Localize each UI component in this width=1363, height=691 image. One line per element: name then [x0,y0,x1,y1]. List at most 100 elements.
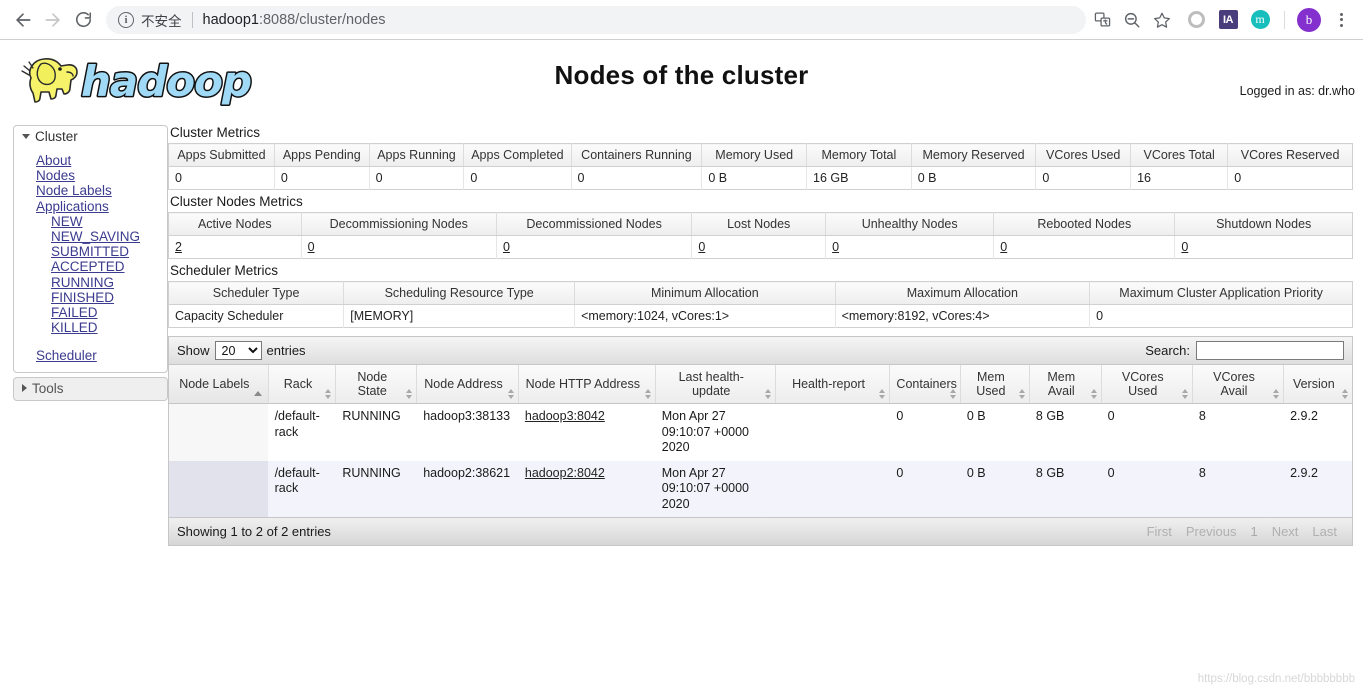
reload-icon[interactable] [68,5,98,35]
node-http-address-link[interactable]: hadoop2:8042 [525,466,605,480]
star-icon[interactable] [1148,6,1176,34]
table-header-row: Apps Submitted Apps Pending Apps Running… [168,143,1353,167]
val-scheduler-type: Capacity Scheduler [168,304,345,328]
sort-both-icon [1090,389,1097,399]
pagination-last[interactable]: Last [1305,524,1344,539]
sidebar-item-scheduler[interactable]: Scheduler [14,348,167,363]
search-input[interactable] [1196,341,1344,360]
sidebar: Cluster About Nodes Node Labels Applicat… [0,120,168,405]
sidebar-item-running[interactable]: RUNNING [14,275,167,290]
forward-arrow-icon[interactable] [38,5,68,35]
page-length-select[interactable]: 20 40 60 80 100 [214,341,262,360]
sidebar-item-new[interactable]: NEW [14,214,167,229]
insecure-label: 不安全 [141,13,182,29]
address-bar[interactable]: i 不安全 hadoop1:8088/cluster/nodes [106,5,1086,34]
sidebar-item-submitted[interactable]: SUBMITTED [14,244,167,259]
cluster-nodes-metrics-table: Active Nodes Decommissioning Nodes Decom… [168,212,1353,259]
col-node-state[interactable]: Node State [335,365,418,404]
col-rack[interactable]: Rack [268,365,337,404]
val-unhealthy-nodes: 0 [825,235,995,259]
sidebar-cluster-section: Cluster About Nodes Node Labels Applicat… [13,125,168,373]
omnibox-divider [191,11,193,28]
node-http-address-link[interactable]: hadoop3:8042 [525,409,605,423]
pagination-previous[interactable]: Previous [1179,524,1244,539]
site-info-icon[interactable]: i [118,11,134,28]
col-label: Mem Avail [1047,370,1076,398]
val-shutdown-nodes: 0 [1175,236,1353,259]
browser-toolbar: i 不安全 hadoop1:8088/cluster/nodes IA m b [0,0,1363,40]
sidebar-cluster-header[interactable]: Cluster [14,126,167,148]
unhealthy-nodes-link[interactable]: 0 [832,240,839,254]
pagination-next[interactable]: Next [1265,524,1306,539]
kebab-menu-icon[interactable] [1327,6,1355,34]
col-label: VCores Used [1121,370,1164,398]
content-area: Cluster About Nodes Node Labels Applicat… [0,120,1363,546]
active-nodes-link[interactable]: 2 [175,240,182,254]
sidebar-item-failed[interactable]: FAILED [14,305,167,320]
sidebar-item-node-labels[interactable]: Node Labels [14,183,167,198]
translate-icon[interactable] [1088,6,1116,34]
show-label: Show [177,343,210,358]
cell-node-state: RUNNING [342,409,401,423]
val-apps-running: 0 [369,166,465,190]
sort-both-icon [1181,389,1188,399]
col-node-address[interactable]: Node Address [416,365,519,404]
col-mem-avail[interactable]: Mem Avail [1029,365,1102,404]
back-arrow-icon[interactable] [8,5,38,35]
val-decommissioning-nodes: 0 [301,235,497,259]
circle-extension-icon[interactable] [1182,6,1210,34]
col-apps-running: Apps Running [369,143,465,167]
col-version[interactable]: Version [1283,365,1352,404]
col-vcores-avail[interactable]: VCores Avail [1192,365,1285,404]
decommissioning-nodes-link[interactable]: 0 [308,240,315,254]
sidebar-item-applications[interactable]: Applications [14,199,167,214]
shutdown-nodes-link[interactable]: 0 [1181,240,1188,254]
col-node-labels[interactable]: Node Labels [169,365,269,404]
sidebar-item-killed[interactable]: KILLED [14,320,167,335]
sidebar-item-finished[interactable]: FINISHED [14,290,167,305]
rebooted-nodes-link[interactable]: 0 [1000,240,1007,254]
chevron-down-icon [22,134,30,139]
zoom-out-icon[interactable] [1118,6,1146,34]
col-node-http-address[interactable]: Node HTTP Address [518,365,656,404]
val-memory-total: 16 GB [806,166,912,190]
cell-last-health-update: Mon Apr 27 09:10:07 +0000 2020 [661,465,750,511]
m-extension-icon[interactable]: m [1246,6,1274,34]
sidebar-item-about[interactable]: About [14,153,167,168]
col-last-health-update[interactable]: Last health-update [655,365,776,404]
sidebar-item-new-saving[interactable]: NEW_SAVING [14,229,167,244]
sidebar-tools-section[interactable]: Tools [13,376,168,401]
col-scheduler-type: Scheduler Type [168,281,345,305]
col-vcores-used[interactable]: VCores Used [1101,365,1193,404]
sort-both-icon [764,389,771,399]
pagination-page-1[interactable]: 1 [1243,524,1264,539]
val-vcores-reserved: 0 [1234,171,1242,185]
decommissioned-nodes-link[interactable]: 0 [503,240,510,254]
col-mem-used[interactable]: Mem Used [960,365,1030,404]
sort-both-icon [644,389,651,399]
col-unhealthy-nodes: Unhealthy Nodes [825,212,995,236]
cell-vcores-used: 0 [1107,409,1115,423]
sort-both-icon [507,389,514,399]
ia-extension-icon[interactable]: IA [1214,6,1242,34]
avatar[interactable]: b [1295,6,1323,34]
cell-mem-avail: 8 GB [1035,465,1065,480]
chevron-right-icon [22,384,27,393]
col-apps-pending: Apps Pending [274,143,370,167]
table-row[interactable]: /default-rack RUNNING hadoop3:38133 hado… [169,403,1352,461]
sidebar-tools-header[interactable]: Tools [14,378,167,400]
sidebar-item-nodes[interactable]: Nodes [14,168,167,183]
col-health-report[interactable]: Health-report [775,365,891,404]
pagination-first[interactable]: First [1140,524,1179,539]
table-header-row: Node Labels Rack Node State Node Address… [169,365,1352,404]
col-label: Node HTTP Address [525,377,641,391]
col-label: Containers [896,377,957,391]
sort-both-icon [879,389,886,399]
table-row[interactable]: /default-rack RUNNING hadoop2:38621 hado… [169,460,1352,518]
main-panel: Cluster Metrics Apps Submitted Apps Pend… [168,120,1363,546]
lost-nodes-link[interactable]: 0 [698,240,705,254]
col-containers[interactable]: Containers [889,365,961,404]
cell-health-report [775,461,890,518]
val-maximum-cluster-application-priority: 0 [1096,309,1104,323]
sidebar-item-accepted[interactable]: ACCEPTED [14,259,167,274]
